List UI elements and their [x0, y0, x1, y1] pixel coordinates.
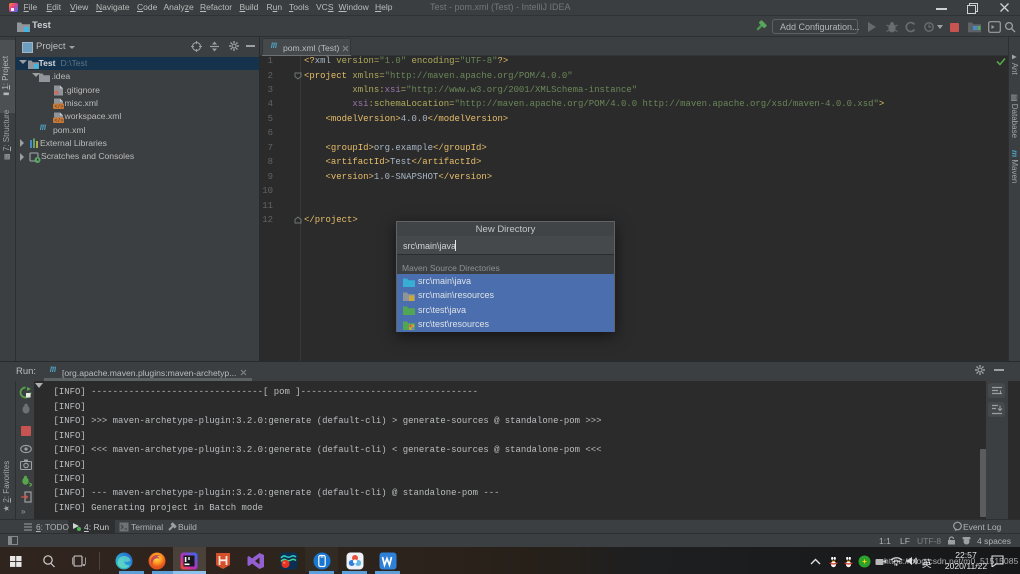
svg-text:</>: </> — [55, 104, 64, 109]
svg-text:</>: </> — [55, 118, 64, 123]
